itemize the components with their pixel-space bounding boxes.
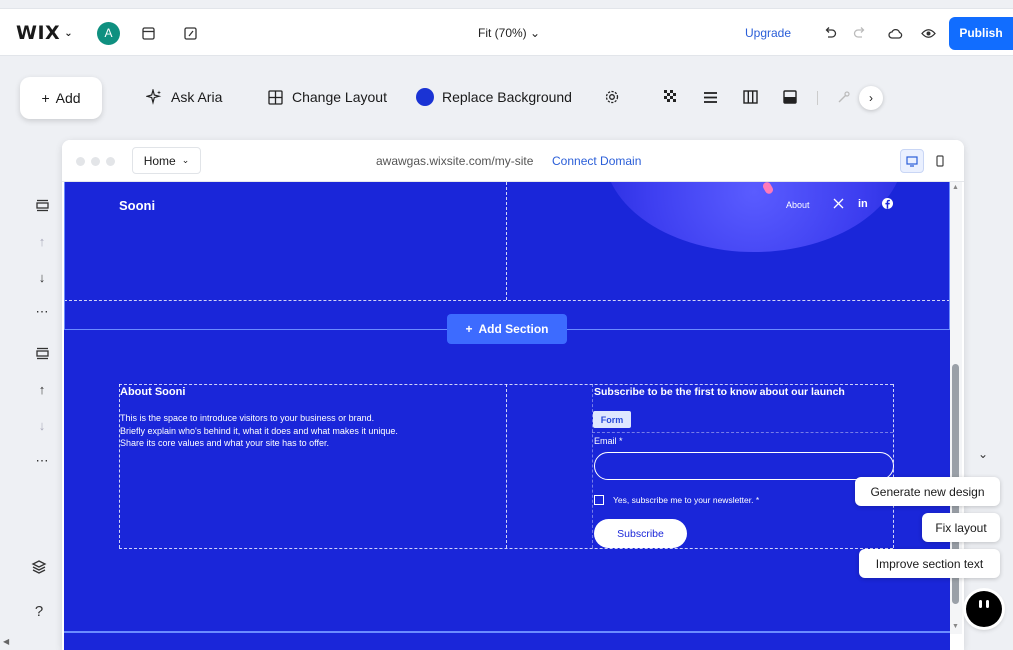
wix-logo-menu[interactable]: WIX ⌄ [16,22,73,44]
move-up-icon[interactable]: ↑ [33,380,51,398]
section-settings-button[interactable] [603,88,621,106]
site-url: awawgas.wixsite.com/my-site [376,154,534,168]
scroll-down-arrow[interactable]: ▼ [952,623,959,630]
email-label: Email * [594,436,623,446]
plus-icon: + [41,90,50,106]
site-canvas: Sooni About in + Add Section About Sooni… [64,182,950,650]
undo-icon[interactable] [822,25,838,41]
section-outline-icon[interactable] [33,344,51,362]
rows-layout-button[interactable] [701,88,719,106]
chevron-down-icon: ⌄ [64,27,74,39]
newsletter-checkbox[interactable] [594,495,604,505]
email-field[interactable] [594,452,894,480]
move-down-icon[interactable]: ↓ [33,268,51,286]
suggestion-generate-design[interactable]: Generate new design [855,477,1000,506]
page-selector[interactable]: Home ⌄ [132,147,201,174]
mobile-icon[interactable] [928,149,952,173]
suggestion-improve-text[interactable]: Improve section text [859,549,1000,578]
pages-icon[interactable] [140,25,156,41]
cloud-save-icon[interactable] [887,25,903,41]
about-paragraph[interactable]: This is the space to introduce visitors … [120,412,460,450]
more-options-icon[interactable]: ⋯ [33,303,51,321]
form-tag[interactable]: Form [593,411,631,428]
bottom-fill-icon [781,88,799,106]
collapse-suggestions-chevron-icon[interactable]: ⌄ [978,447,988,461]
connect-domain-link[interactable]: Connect Domain [552,154,641,168]
avatar[interactable]: A [97,22,120,45]
replace-background-button[interactable]: Replace Background [416,88,572,106]
grid-guide [506,384,507,548]
about-line: Briefly explain who's behind it, what it… [120,425,398,436]
more-options-icon[interactable]: ⋯ [33,452,51,470]
top-bar: WIX ⌄ A Fit (70%) ⌄ Upgrade Publish [0,8,1013,56]
page-selector-label: Home [143,153,176,168]
background-color-swatch [416,88,434,106]
grid-guide [119,548,893,549]
chevron-down-icon: ⌄ [181,155,190,165]
section-bottom-edge [64,631,950,633]
help-icon[interactable]: ? [30,602,48,620]
layers-icon[interactable] [30,558,48,576]
horizontal-scroll-left-arrow[interactable]: ◀ [3,637,9,646]
scroll-up-arrow[interactable]: ▲ [952,184,959,191]
pattern-button[interactable] [662,88,680,106]
browser-chrome: Home ⌄ awawgas.wixsite.com/my-site Conne… [62,140,964,182]
layout-grid-icon [266,88,284,106]
grid-guide [119,384,120,548]
publish-button[interactable]: Publish [949,17,1013,50]
move-up-icon[interactable]: ↑ [33,232,51,250]
redo-icon[interactable] [852,25,868,41]
grid-guide [592,384,593,548]
header-section-frame [64,182,950,330]
section-fill-button[interactable] [781,88,799,106]
columns-icon [741,88,759,106]
site-design-icon[interactable] [182,25,198,41]
newsletter-checkbox-label: Yes, subscribe me to your newsletter. * [613,495,760,505]
plus-icon: + [465,322,473,336]
wix-logo: WIX [16,22,61,44]
suggestion-fix-layout[interactable]: Fix layout [922,513,1000,542]
editor-canvas-frame: Home ⌄ awawgas.wixsite.com/my-site Conne… [62,140,964,650]
grid-guide [592,432,893,433]
add-elements-button[interactable]: + Add [20,77,102,119]
window-dots [76,157,115,166]
hamburger-rows-icon [701,88,719,106]
chevron-down-icon: ⌄ [530,26,541,40]
about-heading[interactable]: About Sooni [120,386,185,398]
upgrade-link[interactable]: Upgrade [745,26,791,40]
sparkle-icon [145,88,163,106]
gear-icon [603,88,621,106]
chevron-right-icon: › [869,91,873,105]
change-layout-button[interactable]: Change Layout [266,88,387,106]
replace-background-label: Replace Background [442,89,572,105]
about-line: This is the space to introduce visitors … [120,413,375,423]
toolbar-more-button[interactable]: › [859,86,883,110]
ask-aria-label: Ask Aria [171,89,223,105]
zoom-label: Fit (70%) [478,26,527,40]
ask-aria-button[interactable]: Ask Aria [145,88,222,106]
checkered-pattern-icon [662,88,680,106]
move-down-icon[interactable]: ↓ [33,416,51,434]
add-label: Add [55,90,81,106]
magic-wand-icon [835,88,853,106]
device-switcher [900,149,952,173]
columns-layout-button[interactable] [741,88,759,106]
aria-assistant-icon[interactable] [966,591,1002,627]
zoom-dropdown[interactable]: Fit (70%) ⌄ [478,26,540,40]
about-line: Share its core values and what your site… [120,438,329,448]
change-layout-label: Change Layout [292,89,387,105]
section-outline-icon[interactable] [33,196,51,214]
subscribe-heading[interactable]: Subscribe to be the first to know about … [594,386,845,398]
desktop-icon[interactable] [900,149,924,173]
add-section-label: Add Section [478,322,549,336]
toolbar-divider [817,91,818,105]
preview-eye-icon[interactable] [920,25,936,41]
magic-wand-button[interactable] [835,88,853,106]
subscribe-button[interactable]: Subscribe [594,519,687,548]
add-section-button[interactable]: + Add Section [447,314,567,344]
